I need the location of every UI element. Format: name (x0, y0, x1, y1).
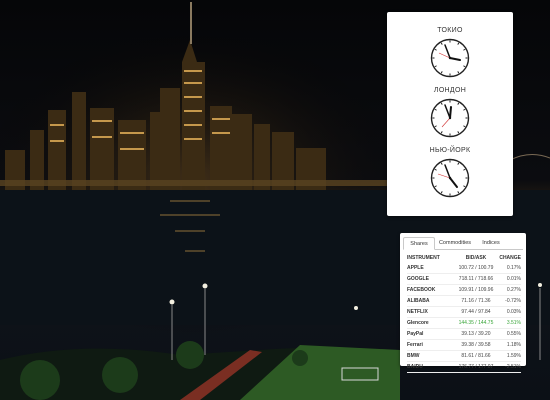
analog-clock-face (430, 38, 470, 78)
table-row[interactable]: FACEBOOK 109.91 / 109.96 0.27% (407, 285, 521, 296)
table-row[interactable]: Ferrari 39.38 / 39.58 1.18% (407, 340, 521, 351)
instrument-name: BMW (407, 353, 420, 359)
header-change: CHANGE (499, 255, 521, 261)
bid-ask-value: 97.44 / 97.84 (461, 309, 491, 315)
analog-clock-face (430, 158, 470, 198)
change-value: 1.59% (506, 353, 521, 359)
clock-city-label: ТОКИО (437, 27, 463, 34)
header-bid-ask: BID/ASK (465, 255, 487, 261)
change-value: 1.18% (506, 342, 521, 348)
change-value: 3.51% (506, 320, 521, 326)
table-row[interactable]: BAIDU 176.77 / 177.07 -2.51% (407, 362, 521, 373)
market-tabs: Shares Commodities Indices (403, 237, 523, 250)
instrument-name: BAIDU (407, 364, 423, 370)
change-value: -0.72% (505, 298, 521, 304)
table-row[interactable]: Glencore 144.35 / 144.75 3.51% (407, 318, 521, 329)
clock-new-york: НЬЮ-ЙОРК (387, 146, 513, 198)
clock-city-label: НЬЮ-ЙОРК (429, 147, 471, 154)
tab-commodities[interactable]: Commodities (435, 237, 475, 249)
table-row[interactable]: PayPal 39.13 / 39.20 0.55% (407, 329, 521, 340)
bid-ask-value: 71.16 / 71.36 (461, 298, 491, 304)
bid-ask-value: 176.77 / 177.07 (458, 364, 494, 370)
bid-ask-value: 109.91 / 109.96 (458, 287, 494, 293)
bid-ask-value: 39.38 / 39.58 (461, 342, 491, 348)
instrument-name: FACEBOOK (407, 287, 436, 293)
table-row[interactable]: GOOGLE 718.11 / 718.66 0.01% (407, 274, 521, 285)
instrument-name: PayPal (407, 331, 424, 337)
stock-quotes-widget: Shares Commodities Indices INSTRUMENT BI… (400, 233, 526, 373)
change-value: 0.27% (506, 287, 521, 293)
world-clocks-widget: ТОКИО ЛОНДОН НЬЮ-ЙОРК (387, 12, 513, 216)
instrument-name: ALIBABA (407, 298, 430, 304)
instrument-name: GOOGLE (407, 276, 429, 282)
tab-shares[interactable]: Shares (403, 237, 435, 250)
bid-ask-value: 100.72 / 100.79 (458, 265, 494, 271)
change-value: 0.01% (506, 276, 521, 282)
table-row[interactable]: NETFLIX 97.44 / 97.84 0.03% (407, 307, 521, 318)
tab-indices[interactable]: Indices (477, 237, 505, 249)
table-row[interactable]: BMW 81.61 / 81.66 1.59% (407, 351, 521, 362)
clock-city-label: ЛОНДОН (433, 87, 467, 94)
instrument-name: Ferrari (407, 342, 423, 348)
change-value: -2.51% (505, 364, 521, 370)
change-value: 0.55% (506, 331, 521, 337)
analog-clock-face (430, 98, 470, 138)
instrument-name: Glencore (407, 320, 429, 326)
bid-ask-value: 144.35 / 144.75 (458, 320, 494, 326)
clock-london: ЛОНДОН (387, 86, 513, 138)
table-row[interactable]: ALIBABA 71.16 / 71.36 -0.72% (407, 296, 521, 307)
change-value: 0.17% (506, 265, 521, 271)
header-instrument: INSTRUMENT (407, 255, 440, 261)
table-row[interactable]: APPLE 100.72 / 100.79 0.17% (407, 263, 521, 274)
clock-tokyo: ТОКИО (387, 26, 513, 78)
instrument-name: NETFLIX (407, 309, 428, 315)
bid-ask-value: 81.61 / 81.66 (461, 353, 491, 359)
change-value: 0.03% (506, 309, 521, 315)
bid-ask-value: 718.11 / 718.66 (458, 276, 494, 282)
quotes-table-body: APPLE 100.72 / 100.79 0.17% GOOGLE 718.1… (407, 263, 521, 373)
bid-ask-value: 39.13 / 39.20 (461, 331, 491, 337)
instrument-name: APPLE (407, 265, 424, 271)
